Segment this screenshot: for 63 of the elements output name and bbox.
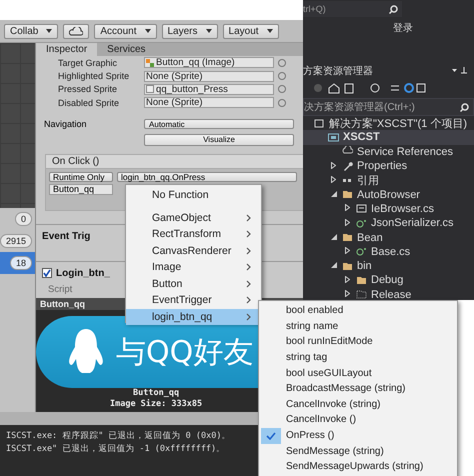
field-label: Disabled Sprite xyxy=(57,98,120,108)
count-badge: 0 xyxy=(15,212,32,226)
field-label: Target Graphic xyxy=(57,58,118,68)
output-line: ISCST.exe: 程序跟踪" 已退出，返回值为 0 (0x0)。 xyxy=(6,430,230,442)
tree-item[interactable]: JsonSerializer.cs xyxy=(303,216,474,230)
object-field[interactable]: Button_qq (Image) xyxy=(144,57,274,68)
object-field[interactable]: None (Sprite) xyxy=(144,97,274,108)
field-label: Pressed Sprite xyxy=(57,84,118,94)
section-header: On Click () xyxy=(45,154,306,169)
quick-launch-field[interactable]: trl+Q) xyxy=(303,1,402,17)
field-label: Script xyxy=(47,284,74,296)
toolbar-dropdown[interactable]: Collab xyxy=(4,24,58,38)
count-badge: 2915 xyxy=(0,234,32,248)
menu-item[interactable]: Image xyxy=(126,259,261,276)
panel-tab[interactable]: Services xyxy=(97,43,156,56)
menu-item[interactable]: bool useGUILayout xyxy=(259,365,457,381)
tree-item[interactable]: Base.cs xyxy=(303,244,474,259)
mode-dropdown[interactable]: Runtime Only xyxy=(49,172,114,182)
menu-item[interactable]: CancelInvoke (string) xyxy=(259,396,457,412)
tree-item[interactable]: Debug xyxy=(303,273,474,288)
menu-item[interactable]: CancelInvoke () xyxy=(259,412,457,428)
menu-item[interactable]: string name xyxy=(259,318,457,334)
output-line: ISCST.exe" 已退出，返回值为 -1 (0xffffffff)。 xyxy=(6,443,226,455)
tree-item[interactable]: 解决方案"XSCST"(1 个项目) xyxy=(303,116,474,130)
tree-item[interactable]: 引用 xyxy=(303,173,474,188)
field-label: Highlighted Sprite xyxy=(57,71,130,82)
object-field[interactable]: None (Sprite) xyxy=(144,70,274,82)
menu-item[interactable]: bool runInEditMode xyxy=(259,334,457,350)
preview-caption: Button_qq Image Size: 333x85 xyxy=(110,388,202,410)
login-link[interactable]: 登录 xyxy=(393,21,474,35)
menu-item[interactable]: Button xyxy=(126,276,261,292)
visualize-button[interactable]: Visualize xyxy=(144,134,294,146)
toolbar-dropdown[interactable]: Account xyxy=(94,24,156,38)
menu-item[interactable]: OnPress () xyxy=(259,428,457,444)
component-title: Event Trig xyxy=(42,230,90,242)
panel-tab[interactable]: Inspector xyxy=(36,43,98,56)
tree-item[interactable]: bin xyxy=(303,258,474,274)
field-label: Navigation xyxy=(43,119,88,130)
sprite-text: 与QQ好友 xyxy=(116,334,254,372)
menu-item[interactable]: RectTransform xyxy=(126,226,261,242)
object-field[interactable]: Button_qq xyxy=(49,184,114,195)
toolbar-dropdown[interactable]: Layers xyxy=(162,24,218,38)
menu-item[interactable]: GameObject xyxy=(126,210,261,226)
function-dropdown[interactable]: login_btn_qq.OnPress xyxy=(117,172,298,182)
menu-item[interactable]: No Function xyxy=(126,187,261,204)
tree-item[interactable]: IeBrowser.cs xyxy=(303,202,474,216)
menu-item[interactable]: BroadcastMessage (string) xyxy=(259,380,457,397)
menu-item[interactable]: SendMessageUpwards (string) xyxy=(259,458,457,475)
tree-item[interactable]: Properties xyxy=(303,158,474,174)
navigation-dropdown[interactable]: Automatic xyxy=(144,119,294,130)
menu-item[interactable]: CanvasRenderer xyxy=(126,242,261,259)
menu-item[interactable]: string tag xyxy=(259,350,457,366)
tree-item[interactable]: Bean xyxy=(303,230,474,245)
panel-title: 方案资源管理器 xyxy=(303,64,373,78)
toolbar-dropdown[interactable]: Layout xyxy=(222,24,279,38)
count-badge: 18 xyxy=(10,256,32,270)
menu-item[interactable]: login_btn_qq xyxy=(126,308,261,325)
component-title: Login_btn_ xyxy=(56,268,110,279)
menu-item[interactable]: SendMessage (string) xyxy=(259,443,457,459)
tree-item[interactable]: AutoBrowser xyxy=(303,187,474,202)
object-field[interactable]: qq_button_Press xyxy=(144,84,274,95)
tree-item[interactable]: XSCST xyxy=(303,130,474,145)
tree-item[interactable]: Service References xyxy=(303,144,474,159)
